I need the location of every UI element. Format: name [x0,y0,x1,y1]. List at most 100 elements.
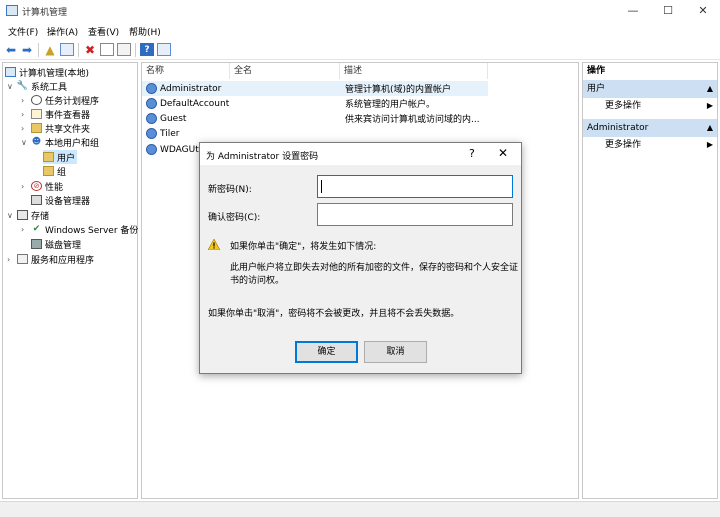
actions-pane: 操作 用户 ▲ 更多操作 ▶ Administrator ▲ 更多操作 ▶ [582,62,718,499]
tree-node-disk-management[interactable]: 磁盘管理 [31,237,81,251]
dialog-close-button[interactable]: ✕ [498,146,508,160]
user-icon [146,98,157,109]
export-list-icon[interactable] [117,43,131,56]
more-actions-users[interactable]: 更多操作 ▶ [605,98,715,114]
menu-bar: 文件(F) 操作(A) 查看(V) 帮助(H) [0,22,720,40]
show-action-pane-icon[interactable] [157,43,171,56]
minimize-button[interactable]: — [616,0,650,22]
folder-icon [43,152,54,162]
clock-icon [31,95,42,105]
warning-title: 如果你单击"确定"，将发生如下情况: [230,242,377,252]
tree-node-performance[interactable]: › ⊘ 性能 [21,179,63,193]
toolbar: ⬅ ➡ ▲ ✖ ? [0,40,720,60]
actions-section-users[interactable]: 用户 ▲ [583,80,717,98]
tree-node-system-tools[interactable]: ∨ 🔧 系统工具 [7,79,67,93]
expanded-chevron-icon[interactable]: ∨ [7,211,17,220]
ok-button[interactable]: 确定 [295,341,358,363]
collapsed-chevron-icon[interactable]: › [21,110,31,119]
delete-icon[interactable]: ✖ [83,43,97,57]
title-bar: 计算机管理 — ☐ ✕ [0,0,720,22]
tools-icon: 🔧 [16,81,29,91]
properties-icon[interactable] [100,43,114,56]
column-header-name[interactable]: 名称 [142,63,230,79]
dialog-title-bar: 为 Administrator 设置密码 ? ✕ [200,143,521,165]
list-item[interactable]: DefaultAccount 系统管理的用户帐户。 [142,96,435,111]
list-item[interactable]: Administrator 管理计算机(域)的内置帐户 [142,81,488,96]
services-icon [17,254,28,264]
tree-node-shared-folders[interactable]: › 共享文件夹 [21,121,90,135]
tree-node-device-manager[interactable]: 设备管理器 [31,193,90,207]
column-header-description[interactable]: 描述 [340,63,488,79]
tree-node-storage[interactable]: ∨ 存储 [7,208,49,222]
set-password-dialog: 为 Administrator 设置密码 ? ✕ 新密码(N): 确认密码(C)… [199,142,522,374]
confirm-password-field[interactable] [317,203,513,226]
user-icon [146,144,157,155]
new-password-label: 新密码(N): [208,185,252,195]
actions-header: 操作 [587,66,606,76]
computer-icon [5,67,16,77]
submenu-arrow-icon: ▶ [706,101,713,110]
user-icon [146,128,157,139]
user-icon [146,113,157,124]
menu-file[interactable]: 文件(F) [8,25,38,38]
tree-node-windows-server-backup[interactable]: › ✔ Windows Server 备份 [21,222,138,236]
more-actions-administrator[interactable]: 更多操作 ▶ [605,137,715,153]
show-tree-icon[interactable] [60,43,74,56]
maximize-button[interactable]: ☐ [651,0,685,22]
close-button[interactable]: ✕ [686,0,720,22]
list-item[interactable]: Tiler [142,126,179,141]
confirm-password-label: 确认密码(C): [208,213,261,223]
backup-icon: ✔ [32,224,41,234]
cancel-note: 如果你单击"取消"，密码将不会被更改，并且将不会丢失数据。 [208,309,460,319]
menu-help[interactable]: 帮助(H) [129,25,161,38]
back-icon[interactable]: ⬅ [4,43,18,57]
forward-icon[interactable]: ➡ [20,43,34,57]
tree-node-event-viewer[interactable]: › 事件查看器 [21,107,90,121]
warning-line-1: 此用户帐户将立即失去对他的所有加密的文件，保存的密码和个人安全证 [230,263,519,273]
folder-icon [43,166,54,176]
expanded-chevron-icon[interactable]: ∨ [7,82,17,91]
collapse-up-icon[interactable]: ▲ [707,119,713,137]
list-item[interactable]: Guest 供来宾访问计算机或访问域的内... [142,111,480,126]
shared-folder-icon [31,123,42,133]
column-header-fullname[interactable]: 全名 [230,63,340,79]
tree-node-users[interactable]: 用户 [43,150,78,164]
tree-node-root[interactable]: 计算机管理(本地) [5,65,89,79]
collapsed-chevron-icon[interactable]: › [21,124,31,133]
actions-section-administrator[interactable]: Administrator ▲ [583,119,717,137]
event-log-icon [31,109,42,119]
users-group-icon: ☻ [31,137,42,147]
navigation-tree: 计算机管理(本地) ∨ 🔧 系统工具 › 任务计划程序 › 事件查看器 › 共享… [2,62,138,499]
up-folder-icon[interactable]: ▲ [43,43,57,57]
menu-view[interactable]: 查看(V) [88,25,119,38]
dialog-title: 为 Administrator 设置密码 [206,152,319,162]
expanded-chevron-icon[interactable]: ∨ [21,138,31,147]
collapsed-chevron-icon[interactable]: › [21,225,31,234]
cancel-button[interactable]: 取消 [364,341,427,363]
disk-icon [31,239,42,249]
tree-node-task-scheduler[interactable]: › 任务计划程序 [21,93,99,107]
text-caret [321,180,322,193]
window-title: 计算机管理 [22,8,68,18]
tree-node-local-users[interactable]: ∨ ☻ 本地用户和组 [21,135,99,149]
user-icon [146,83,157,94]
performance-icon: ⊘ [31,181,42,191]
list-item[interactable]: WDAGUtil [142,142,204,157]
computer-management-icon [6,5,18,16]
dialog-help-button[interactable]: ? [469,147,475,160]
device-manager-icon [31,195,42,205]
warning-line-2: 书的访问权。 [230,276,285,286]
help-icon[interactable]: ? [140,43,154,56]
collapsed-chevron-icon[interactable]: › [21,182,31,191]
new-password-field[interactable] [317,175,513,198]
collapsed-chevron-icon[interactable]: › [7,255,17,264]
collapse-up-icon[interactable]: ▲ [707,80,713,98]
tree-node-services-apps[interactable]: › 服务和应用程序 [7,252,94,266]
menu-action[interactable]: 操作(A) [47,25,78,38]
warning-icon [208,239,220,250]
status-bar [0,501,720,517]
storage-icon [17,210,28,220]
collapsed-chevron-icon[interactable]: › [21,96,31,105]
submenu-arrow-icon: ▶ [706,140,713,149]
tree-node-groups[interactable]: 组 [43,164,66,178]
